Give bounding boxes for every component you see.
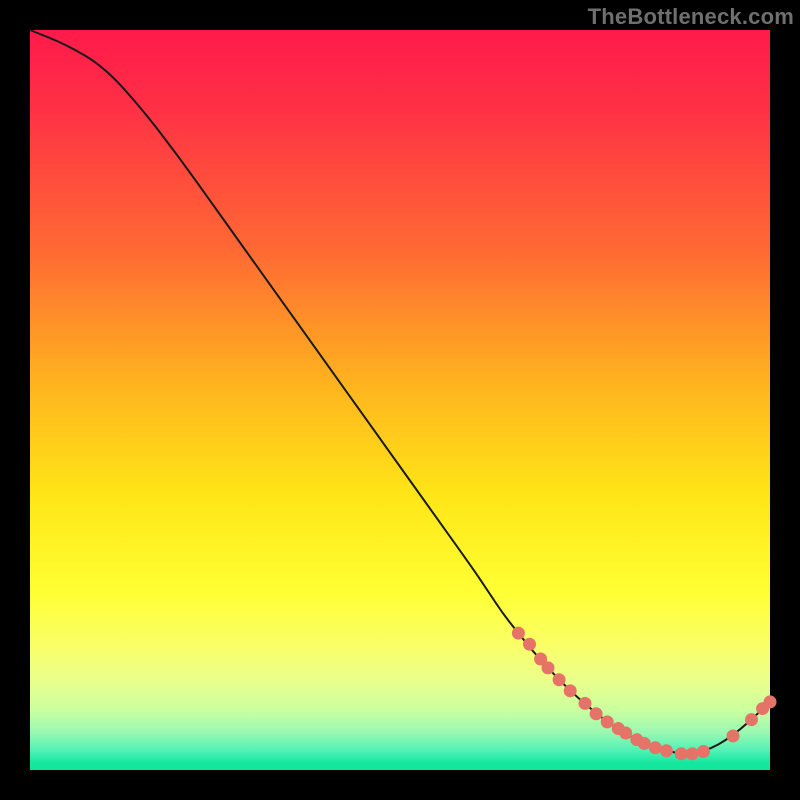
data-point xyxy=(686,747,699,760)
data-point xyxy=(601,715,614,728)
bottleneck-curve-line xyxy=(30,30,770,753)
data-point xyxy=(590,707,603,720)
chart-overlay-svg xyxy=(30,30,770,770)
data-point xyxy=(523,638,536,651)
data-point xyxy=(542,661,555,674)
data-point xyxy=(745,713,758,726)
data-point xyxy=(638,737,651,750)
data-point xyxy=(512,627,525,640)
data-point xyxy=(675,747,688,760)
chart-stage: TheBottleneck.com xyxy=(0,0,800,800)
data-point xyxy=(553,673,566,686)
data-point xyxy=(697,745,710,758)
data-point xyxy=(564,684,577,697)
data-points-group xyxy=(512,627,777,761)
data-point xyxy=(660,744,673,757)
data-point xyxy=(764,695,777,708)
watermark-text: TheBottleneck.com xyxy=(588,4,794,30)
data-point xyxy=(727,729,740,742)
data-point xyxy=(579,697,592,710)
data-point xyxy=(619,727,632,740)
data-point xyxy=(649,741,662,754)
